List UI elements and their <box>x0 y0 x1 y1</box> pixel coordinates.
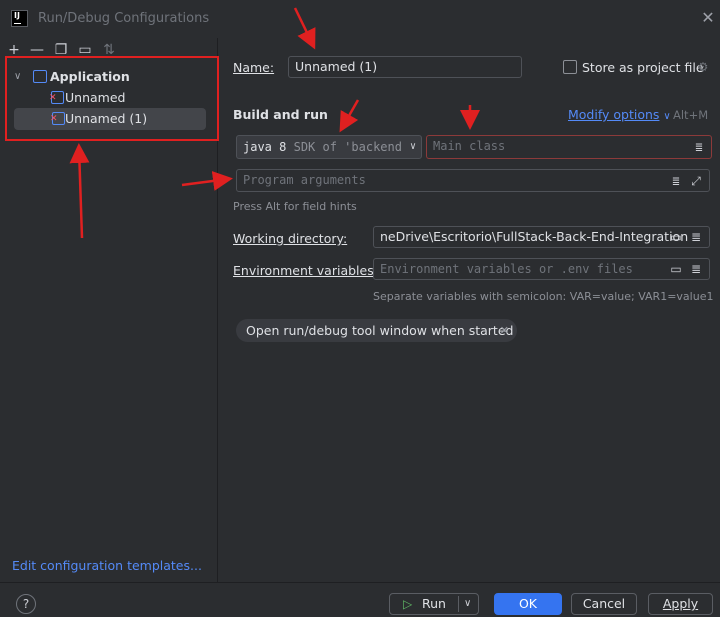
jdk-detail: SDK of 'backend <box>293 140 402 154</box>
chevron-down-icon: ∨ <box>409 136 416 158</box>
folder-icon[interactable]: ▭ <box>669 230 683 244</box>
env-vars-hint: Separate variables with semicolon: VAR=v… <box>373 290 714 303</box>
env-vars-label: Environment variables: <box>233 263 378 278</box>
program-arguments-placeholder: Program arguments <box>243 173 366 187</box>
modify-options-link[interactable]: Modify options ∨ <box>568 107 671 122</box>
working-dir-input[interactable]: neDrive\Escritorio\FullStack-Back-End-In… <box>373 226 710 248</box>
section-title: Build and run <box>233 107 328 122</box>
expand-icon[interactable]: ⤢ <box>689 174 703 188</box>
open-tool-window-tag[interactable]: Open run/debug tool window when started … <box>236 319 517 342</box>
annotation-box <box>5 56 219 141</box>
run-label: Run <box>422 596 446 611</box>
cancel-button[interactable]: Cancel <box>571 593 637 615</box>
field-hint: Press Alt for field hints <box>233 200 357 213</box>
remove-tag-icon[interactable]: ✕ <box>500 319 509 342</box>
env-vars-placeholder: Environment variables or .env files <box>380 262 633 276</box>
main-class-placeholder: Main class <box>433 139 506 153</box>
help-button[interactable]: ? <box>16 594 36 614</box>
macro-list-icon[interactable]: ≣ <box>689 230 703 244</box>
close-icon[interactable]: ✕ <box>700 8 716 27</box>
run-button[interactable]: ▷ Run ∨ <box>389 593 479 615</box>
jdk-select[interactable]: java 8 SDK of 'backend ∨ <box>236 135 422 159</box>
play-icon: ▷ <box>403 597 413 611</box>
main-class-input[interactable]: Main class ≣ <box>426 135 712 159</box>
intellij-logo-icon: IJ <box>11 10 28 27</box>
tag-label: Open run/debug tool window when started <box>246 323 514 338</box>
modify-options-shortcut: Alt+M <box>673 108 709 122</box>
working-dir-value: neDrive\Escritorio\FullStack-Back-End-In… <box>380 229 689 244</box>
name-input[interactable]: Unnamed (1) <box>288 56 522 78</box>
folder-icon[interactable]: ▭ <box>669 262 683 276</box>
program-arguments-input[interactable]: Program arguments ≣ ⤢ <box>236 169 710 192</box>
name-label: Name: <box>233 60 275 75</box>
edit-templates-link[interactable]: Edit configuration templates... <box>12 558 202 573</box>
browse-list-icon[interactable]: ≣ <box>692 140 706 154</box>
list-icon[interactable]: ≣ <box>669 174 683 188</box>
arrow-to-sdk <box>339 99 360 133</box>
gear-icon[interactable]: ⚙ <box>696 60 710 74</box>
store-as-project-label: Store as project file <box>582 60 704 75</box>
store-as-project-checkbox[interactable] <box>563 60 577 74</box>
edit-list-icon[interactable]: ≣ <box>689 262 703 276</box>
jdk-version: java 8 <box>243 140 287 154</box>
env-vars-input[interactable]: Environment variables or .env files <box>373 258 710 280</box>
chevron-down-icon: ∨ <box>663 111 671 122</box>
apply-button[interactable]: Apply <box>648 593 713 615</box>
window-title: Run/Debug Configurations <box>38 11 210 26</box>
working-dir-label: Working directory: <box>233 231 348 246</box>
ok-button[interactable]: OK <box>494 593 562 615</box>
chevron-down-icon[interactable]: ∨ <box>464 594 471 614</box>
